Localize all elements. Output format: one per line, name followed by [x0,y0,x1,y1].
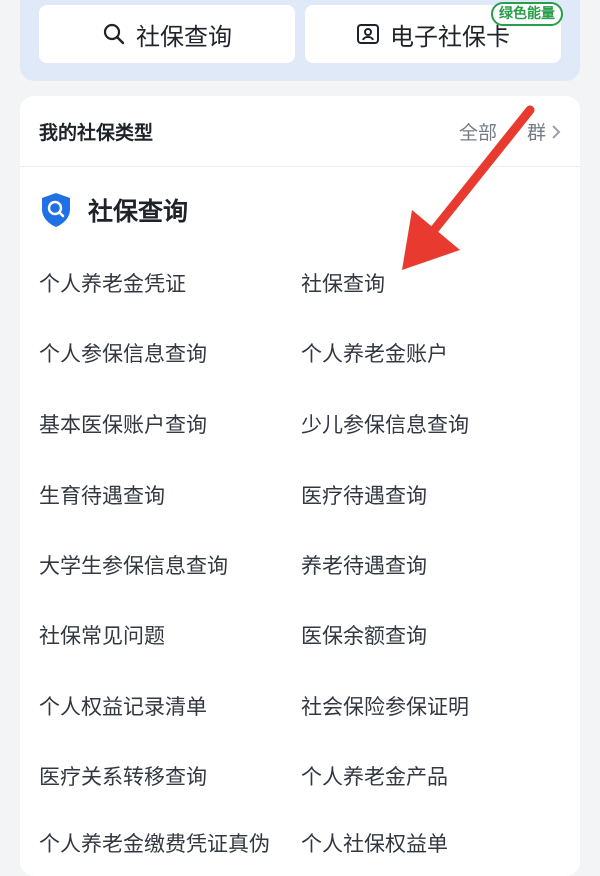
service-item-pension-certificate[interactable]: 个人养老金凭证 [39,268,186,298]
service-item-social-security-query[interactable]: 社保查询 [301,268,385,298]
service-item-insurance-certificate[interactable]: 社会保险参保证明 [301,691,469,721]
chevron-right-icon [550,123,562,141]
search-icon [102,22,126,46]
service-item-rights-statement[interactable]: 个人社保权益单 [301,828,448,858]
service-item-medical-account[interactable]: 基本医保账户查询 [39,409,207,439]
service-item-rights-record[interactable]: 个人权益记录清单 [39,691,207,721]
card-header: 我的社保类型 全部 群 [20,96,580,167]
social-security-query-button[interactable]: 社保查询 [39,5,295,63]
id-card-icon [356,22,380,46]
view-all-label: 全部 [458,122,497,144]
e-social-security-card-label: 电子社保卡 [390,22,510,51]
service-item-pension-products[interactable]: 个人养老金产品 [301,761,448,791]
shield-search-icon [40,192,72,228]
service-item-medical-transfer[interactable]: 医疗关系转移查询 [39,761,207,791]
service-item-pension-benefits[interactable]: 养老待遇查询 [301,550,427,580]
service-item-faq[interactable]: 社保常见问题 [39,620,165,650]
service-item-pension-payment-verify[interactable]: 个人养老金缴费凭证真伪 [39,828,270,858]
card-title: 我的社保类型 [39,122,154,144]
social-security-types-card: 我的社保类型 全部 群 社保查询 个人养老金凭证 个人参保信息查询 基本医保账户… [20,96,580,876]
service-item-pension-account[interactable]: 个人养老金账户 [301,338,448,368]
section-header: 社保查询 [40,192,188,228]
view-all-suffix: 群 [526,122,546,144]
service-item-medical-benefits[interactable]: 医疗待遇查询 [301,480,427,510]
service-item-maternity-benefits[interactable]: 生育待遇查询 [39,480,165,510]
service-item-student-insured-info[interactable]: 大学生参保信息查询 [39,550,228,580]
section-title: 社保查询 [88,197,189,226]
service-item-medical-balance[interactable]: 医保余额查询 [301,620,427,650]
service-item-child-insured-info[interactable]: 少儿参保信息查询 [301,409,469,439]
green-energy-badge: 绿色能量 [491,2,563,26]
social-security-query-label: 社保查询 [136,22,232,51]
e-social-security-card-button[interactable]: 电子社保卡 绿色能量 [305,2,563,63]
view-all-link[interactable]: 全部 群 [459,118,562,145]
service-item-insured-info[interactable]: 个人参保信息查询 [39,338,207,368]
